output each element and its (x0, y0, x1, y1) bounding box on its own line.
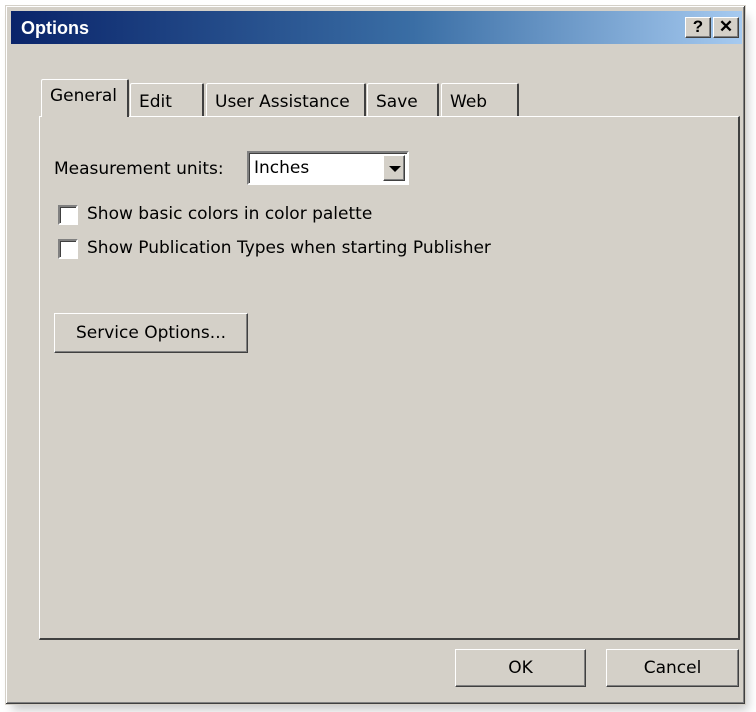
measurement-units-value: Inches (254, 158, 310, 178)
title-bar[interactable]: Options ? ✕ (11, 11, 742, 44)
cancel-button[interactable]: Cancel (606, 649, 739, 687)
tab-label: Save (376, 92, 418, 112)
show-basic-colors-label: Show basic colors in color palette (87, 204, 373, 224)
tab-edit[interactable]: Edit (130, 83, 204, 117)
measurement-units-label: Measurement units: (54, 159, 224, 179)
tab-general[interactable]: General (41, 79, 129, 117)
general-tab-panel: Measurement units: Inches Show basic col… (39, 116, 740, 640)
show-publication-types-checkbox[interactable] (58, 239, 78, 259)
service-options-label: Service Options... (75, 323, 227, 343)
show-publication-types-label: Show Publication Types when starting Pub… (87, 238, 491, 258)
tab-label: User Assistance (215, 92, 350, 112)
options-dialog: Options ? ✕ General Edit User Assistance… (5, 5, 746, 705)
tab-label: Web (450, 92, 488, 112)
service-options-button[interactable]: Service Options... (54, 313, 248, 353)
help-icon: ? (692, 17, 704, 36)
cancel-label: Cancel (643, 658, 702, 678)
measurement-units-select[interactable]: Inches (247, 151, 409, 185)
show-basic-colors-checkbox[interactable] (58, 205, 78, 225)
help-button[interactable]: ? (685, 17, 711, 38)
tab-label: General (50, 86, 117, 106)
dialog-title: Options (21, 18, 89, 38)
close-button[interactable]: ✕ (713, 17, 739, 38)
chevron-down-icon[interactable] (383, 155, 405, 181)
ok-label: OK (508, 658, 533, 678)
tab-label: Edit (139, 92, 172, 112)
ok-button[interactable]: OK (455, 649, 586, 687)
close-icon: ✕ (718, 17, 734, 36)
tab-user-assistance[interactable]: User Assistance (206, 83, 366, 117)
tab-web[interactable]: Web (441, 83, 519, 117)
tab-save[interactable]: Save (367, 83, 439, 117)
